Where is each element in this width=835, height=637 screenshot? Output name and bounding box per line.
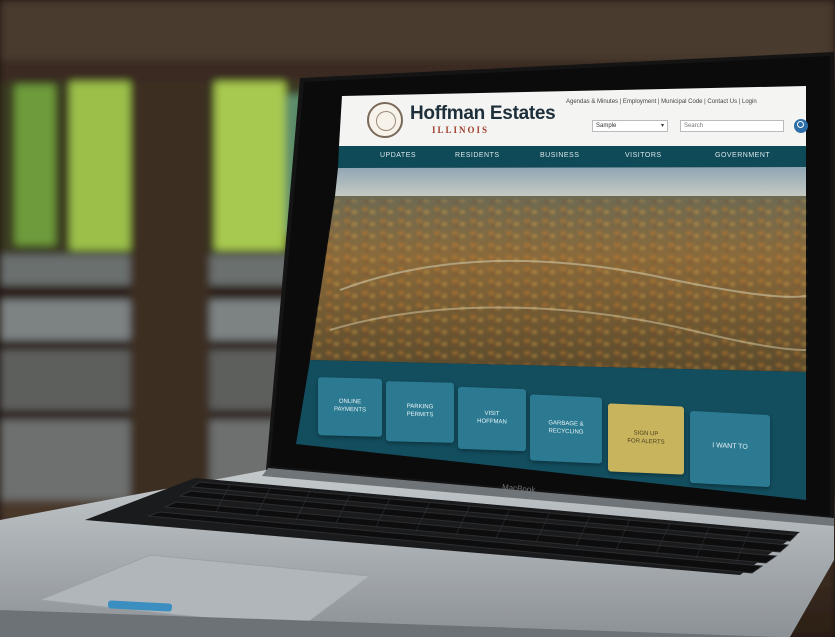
logo-subtitle: ILLINOIS bbox=[432, 125, 490, 135]
tile-line2: PAYMENTS bbox=[333, 406, 367, 414]
municipal-seal-icon bbox=[367, 102, 403, 138]
logo-title[interactable]: Hoffman Estates bbox=[410, 103, 556, 125]
nav-item-government[interactable]: GOVERNMENT bbox=[715, 152, 770, 159]
tile-line1: ONLINE bbox=[338, 398, 362, 406]
tile-line2: FOR ALERTS bbox=[627, 438, 665, 446]
tile-visit-hoffman[interactable]: VISIT HOFFMAN bbox=[458, 386, 526, 452]
search-placeholder: Search bbox=[684, 123, 704, 129]
tile-line2: RECYCLING bbox=[548, 428, 584, 436]
nav-item-visitors[interactable]: VISITORS bbox=[625, 152, 662, 159]
nav-item-updates[interactable]: UPDATES bbox=[380, 152, 416, 159]
tile-line1: GARBAGE & bbox=[548, 420, 584, 428]
tile-parking-permits[interactable]: PARKING PERMITS bbox=[386, 381, 454, 443]
nav-item-business[interactable]: BUSINESS bbox=[540, 152, 579, 159]
tile-online-payments[interactable]: ONLINE PAYMENTS bbox=[318, 377, 382, 437]
tile-line2: PERMITS bbox=[406, 411, 434, 419]
website-ui: Hoffman Estates ILLINOIS Agendas & Minut… bbox=[0, 0, 835, 637]
search-button[interactable] bbox=[794, 119, 808, 133]
dropdown-select[interactable]: Sample ▾ bbox=[592, 120, 668, 132]
utility-links[interactable]: Agendas & Minutes | Employment | Municip… bbox=[566, 99, 757, 105]
tile-sign-up-alerts[interactable]: SIGN UP FOR ALERTS bbox=[608, 403, 684, 475]
chevron-down-icon: ▾ bbox=[660, 123, 664, 129]
search-input[interactable]: Search bbox=[680, 120, 784, 132]
tile-line1: VISIT bbox=[484, 410, 500, 418]
tile-line1: PARKING bbox=[406, 403, 434, 411]
tile-i-want-to[interactable]: I WANT TO bbox=[690, 410, 770, 488]
nav-item-residents[interactable]: RESIDENTS bbox=[455, 152, 500, 159]
magnifier-icon bbox=[797, 121, 804, 128]
tile-line1: SIGN UP bbox=[633, 430, 659, 438]
tile-line1: I WANT TO bbox=[712, 442, 748, 451]
dropdown-value: Sample bbox=[596, 123, 617, 129]
tile-garbage-recycling[interactable]: GARBAGE & RECYCLING bbox=[530, 394, 602, 464]
tile-line2: HOFFMAN bbox=[477, 418, 507, 426]
main-nav: UPDATES RESIDENTS BUSINESS VISITORS GOVE… bbox=[340, 150, 806, 164]
